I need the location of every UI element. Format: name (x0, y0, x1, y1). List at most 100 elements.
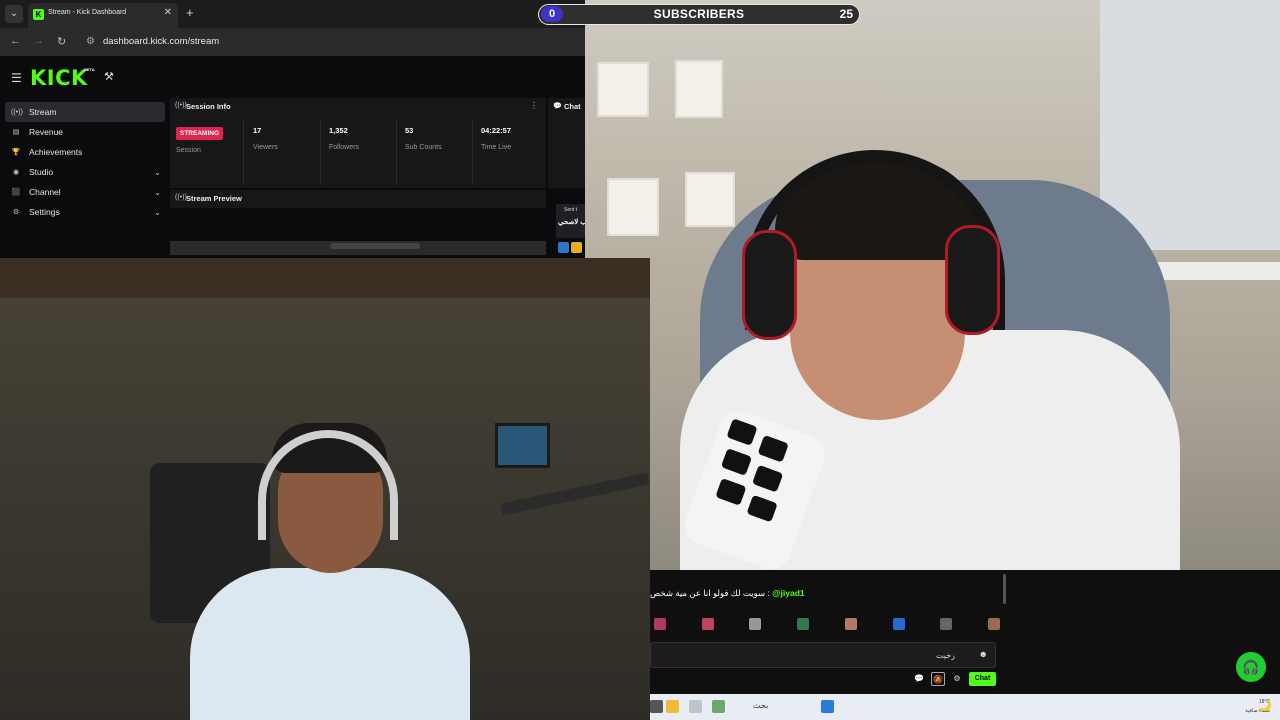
subscriber-goal-label: SUBSCRIBERS (653, 7, 745, 21)
panel-title: Stream Preview (186, 194, 242, 203)
followers-stat: 1,352 Followers (321, 120, 397, 185)
stream-preview-thumbnail[interactable] (170, 241, 546, 255)
chevron-down-icon: ⌄ (154, 187, 161, 197)
chat-message-text: سويت لك فولو انا عن مية شخص : (650, 588, 770, 598)
sidebar-item-achievements[interactable]: 🏆 Achievements (5, 142, 165, 162)
hammer-badge-icon (558, 242, 569, 253)
back-arrow-icon[interactable]: ← (10, 35, 21, 47)
emote-icon[interactable] (749, 618, 762, 630)
more-options-icon[interactable]: ⋮ (530, 101, 538, 110)
emote-icon[interactable] (892, 618, 905, 630)
chat-username[interactable]: @jiyad1 (772, 588, 804, 598)
emote-icon[interactable] (701, 618, 714, 630)
task-view-icon[interactable] (689, 700, 702, 713)
stat-label: Session (176, 147, 201, 154)
chat-overlay: سويت لك فولو انا عن مية شخص : @jiyad1 ☻ … (650, 570, 1280, 694)
emote-icon[interactable] (940, 618, 953, 630)
sidebar-item-revenue[interactable]: ▤ Revenue (5, 122, 165, 142)
crown-badge-icon (571, 242, 582, 253)
chat-send-button[interactable]: Chat (969, 672, 996, 686)
kick-logo[interactable]: KICK (30, 66, 88, 90)
chat-bubble-icon[interactable]: 💬 (912, 672, 926, 686)
studio-icon: ◉ (12, 169, 20, 176)
mic-arm (500, 472, 650, 516)
browser-tab[interactable]: K Stream - Kick Dashboard ✕ (28, 3, 178, 28)
emote-icon[interactable] (797, 618, 810, 630)
guest-camera-feed (0, 258, 650, 720)
kick-dashboard: ☰ KICK BETA ⚒ ((•)) Stream ▤ Revenue 🏆 A… (0, 56, 585, 258)
chat-input-box[interactable]: ☻ (650, 642, 996, 668)
stat-value: 53 (405, 126, 414, 135)
tab-search-button[interactable]: ⌄ (5, 5, 23, 23)
address-bar: ← → ↻ ⚙ dashboard.kick.com/stream (0, 28, 585, 56)
chat-scrollbar[interactable] (1003, 574, 1006, 604)
streamer-camera-feed (585, 0, 1280, 570)
forward-arrow-icon[interactable]: → (33, 35, 44, 47)
revenue-icon: ▤ (12, 129, 20, 136)
kick-favicon-icon: K (33, 9, 44, 20)
site-info-icon[interactable]: ⚙ (86, 36, 95, 47)
wall-shelf (685, 172, 735, 227)
tab-title: Stream - Kick Dashboard (48, 9, 127, 16)
sidebar: ((•)) Stream ▤ Revenue 🏆 Achievements ◉ … (5, 102, 165, 222)
reload-icon[interactable]: ↻ (57, 35, 66, 48)
sidebar-item-label: Channel (29, 187, 61, 197)
emote-icon[interactable] (654, 618, 666, 630)
guest-shirt (190, 568, 470, 720)
status-badge: STREAMING (176, 127, 223, 140)
sidebar-item-settings[interactable]: ⚙ Settings ⌄ (5, 202, 165, 222)
chat-message-meta: Sent t (564, 207, 578, 213)
ceiling (0, 258, 650, 298)
wall-shelf (675, 60, 723, 118)
mute-icon[interactable]: 🔕 (931, 672, 945, 686)
chat-message-text: ب لاصحي (558, 219, 585, 226)
sidebar-item-label: Achievements (29, 147, 83, 157)
file-explorer-icon[interactable] (666, 700, 679, 713)
windows-start-icon[interactable] (821, 700, 834, 713)
stat-label: Time Live (481, 144, 512, 151)
headphone-ear-left (742, 230, 797, 340)
emote-icon[interactable] (988, 618, 1000, 630)
gear-icon[interactable]: ⚙ (950, 672, 964, 686)
close-tab-icon[interactable]: ✕ (164, 7, 172, 18)
stat-value: 1,352 (329, 126, 348, 135)
url-field[interactable]: dashboard.kick.com/stream (103, 36, 219, 47)
taskbar: بحث 18°C سماء صافية 🌙 (650, 694, 1280, 720)
viewers-stat: 17 Viewers (245, 120, 321, 185)
chevron-down-icon: ⌄ (154, 207, 161, 217)
taskbar-app-icon[interactable] (650, 700, 663, 713)
stat-label: Viewers (253, 144, 278, 151)
browser-window: ⌄ K Stream - Kick Dashboard ✕ + ← → ↻ ⚙ … (0, 0, 585, 258)
sidebar-item-label: Stream (29, 107, 57, 117)
gear-icon: ⚙ (12, 209, 20, 216)
emote-icon[interactable] (844, 618, 857, 630)
preview-sub-bar (330, 243, 420, 249)
moon-icon[interactable]: 🌙 (1258, 699, 1272, 712)
stat-label: Sub Counts (405, 144, 442, 151)
taskbar-search[interactable]: بحث (753, 701, 768, 710)
sidebar-item-channel[interactable]: ⬛ Channel ⌄ (5, 182, 165, 202)
chat-message: Sent t ب لاصحي (556, 204, 585, 238)
chat-input[interactable] (655, 648, 955, 662)
widgets-icon[interactable] (712, 700, 725, 713)
emote-row (650, 618, 1000, 634)
beta-badge: BETA (84, 67, 95, 72)
sidebar-item-stream[interactable]: ((•)) Stream (5, 102, 165, 122)
stat-value: 17 (253, 126, 262, 135)
tab-bar: ⌄ K Stream - Kick Dashboard ✕ + (0, 0, 585, 28)
sub-counts-stat: 53 Sub Counts (397, 120, 473, 185)
stat-value: 04:22:57 (481, 126, 512, 135)
wall-shelf (597, 62, 649, 117)
chat-icon: 💬 (553, 103, 562, 110)
menu-icon[interactable]: ☰ (11, 71, 22, 85)
sidebar-item-studio[interactable]: ◉ Studio ⌄ (5, 162, 165, 182)
support-icon[interactable]: 🎧 (1236, 652, 1266, 682)
trophy-icon: 🏆 (11, 149, 21, 156)
hammer-icon[interactable]: ⚒ (104, 70, 114, 83)
session-info-panel: ((•)) Session Info ⋮ STREAMING Session 1… (170, 98, 546, 188)
new-tab-button[interactable]: + (186, 5, 194, 20)
preview-icon: ((•)) (175, 194, 187, 201)
emoji-icon[interactable]: ☻ (979, 649, 988, 659)
panel-title: Chat (564, 102, 581, 111)
channel-icon: ⬛ (11, 189, 21, 196)
